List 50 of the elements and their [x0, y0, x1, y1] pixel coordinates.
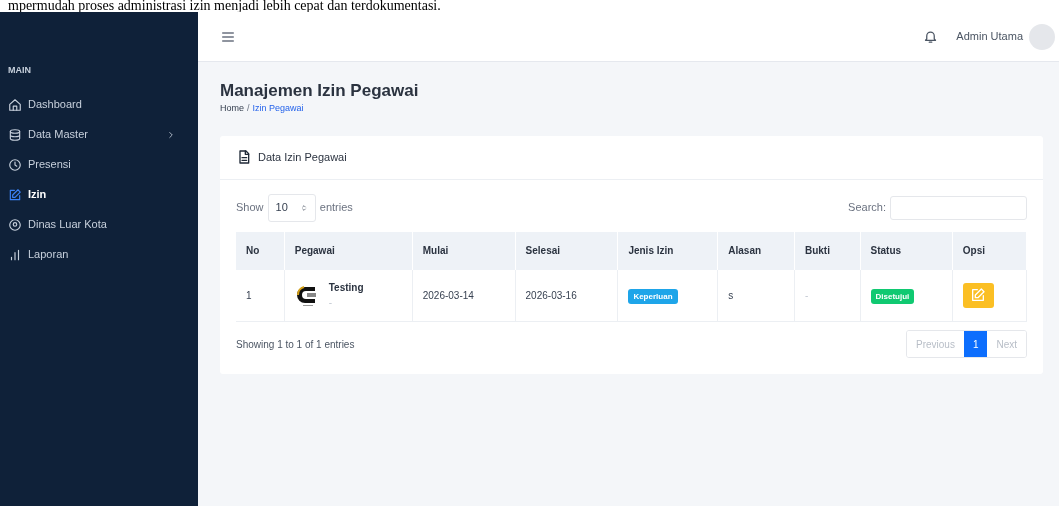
search-label: Search: — [848, 200, 886, 216]
employee-name: Testing — [328, 281, 364, 296]
home-icon — [8, 97, 22, 112]
edit-button[interactable] — [962, 282, 994, 308]
table-cell: 2026-03-14 — [422, 289, 474, 301]
sidebar-item[interactable]: Izin — [0, 179, 198, 210]
database-icon — [8, 127, 22, 142]
sidebar-item[interactable]: Data Master — [0, 119, 198, 150]
sidebar-item[interactable]: Laporan — [0, 239, 198, 270]
search-field[interactable] — [890, 195, 1027, 220]
employee-detail: - — [328, 296, 334, 311]
column-header[interactable]: Status — [860, 231, 953, 270]
length-label: entries — [319, 200, 353, 216]
column-header[interactable]: Bukti — [794, 231, 860, 270]
table-cell: s — [728, 289, 734, 301]
page-size-select[interactable]: 10 — [267, 193, 316, 222]
document-icon — [236, 149, 252, 165]
length-label: Show — [236, 200, 264, 216]
table-cell: 2026-03-16 — [525, 289, 577, 301]
edit-icon — [970, 287, 987, 304]
sidebar-item[interactable]: Dashboard — [0, 89, 198, 120]
breadcrumb-link[interactable]: Home — [220, 102, 244, 116]
column-header[interactable]: Mulai — [412, 231, 516, 270]
page-title: Manajemen Izin Pegawai — [220, 80, 420, 102]
status-badge: Disetujui — [870, 288, 915, 304]
table-cell: - — [804, 289, 809, 301]
sort-caret-icon — [299, 202, 308, 213]
column-header[interactable]: Opsi — [952, 231, 1027, 270]
clock-icon — [8, 157, 22, 172]
sidebar-item[interactable]: Dinas Luar Kota — [0, 209, 198, 240]
user-name[interactable]: Admin Utama — [956, 28, 1023, 45]
leave-type-badge: Keperluan — [628, 288, 678, 304]
breadcrumb-separator: / — [247, 102, 250, 115]
page-button[interactable]: 1 — [963, 331, 988, 357]
column-header[interactable]: Alasan — [717, 231, 795, 270]
table-info: Showing 1 to 1 of 1 entries — [236, 337, 355, 352]
column-header[interactable]: Jenis Izin — [617, 231, 718, 270]
location-icon — [8, 217, 22, 232]
row-number: 1 — [246, 289, 252, 301]
breadcrumb-link[interactable]: Izin Pegawai — [252, 102, 304, 116]
bell-icon — [923, 29, 939, 44]
sidebar-item[interactable]: Presensi — [0, 149, 198, 180]
card-title: Data Izin Pegawai — [258, 149, 347, 165]
edit-icon — [8, 187, 22, 202]
bar-chart-icon — [8, 247, 22, 262]
section-label: MAIN — [7, 64, 32, 77]
column-header[interactable]: Pegawai — [284, 231, 413, 270]
avatar[interactable] — [1029, 23, 1055, 50]
column-header[interactable]: Selesai — [515, 231, 618, 270]
column-header[interactable]: No — [236, 231, 285, 270]
